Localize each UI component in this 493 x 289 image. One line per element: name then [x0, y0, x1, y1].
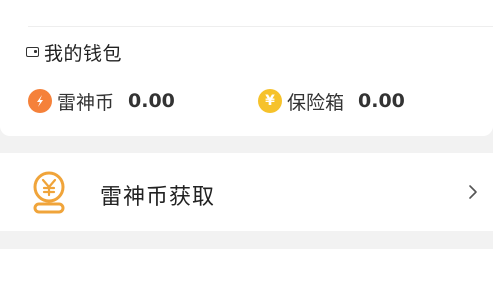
- next-card: [0, 249, 493, 289]
- lightning-coin-icon: [28, 89, 52, 113]
- obtain-coins-label: 雷神币获取: [100, 185, 216, 210]
- chevron-right-icon: [469, 185, 477, 199]
- obtain-coins-row[interactable]: 雷神币获取: [0, 153, 493, 231]
- balance-value: 0.00: [128, 90, 175, 112]
- balance-label: 保险箱: [287, 91, 345, 114]
- wallet-title: 我的钱包: [44, 42, 123, 65]
- thunder-coin-balance[interactable]: 雷神币 0.00: [28, 88, 175, 114]
- wallet-icon: [26, 47, 39, 57]
- wallet-card: 我的钱包 雷神币 0.00 ¥ 保险箱 0.00: [0, 0, 493, 136]
- balance-label: 雷神币: [57, 91, 115, 114]
- wallet-header: 我的钱包: [26, 40, 123, 65]
- coin-stack-icon: [33, 171, 65, 214]
- balance-value: 0.00: [358, 90, 405, 112]
- divider: [28, 26, 493, 27]
- yen-coin-icon: ¥: [258, 89, 282, 113]
- safe-box-balance[interactable]: ¥ 保险箱 0.00: [258, 88, 405, 114]
